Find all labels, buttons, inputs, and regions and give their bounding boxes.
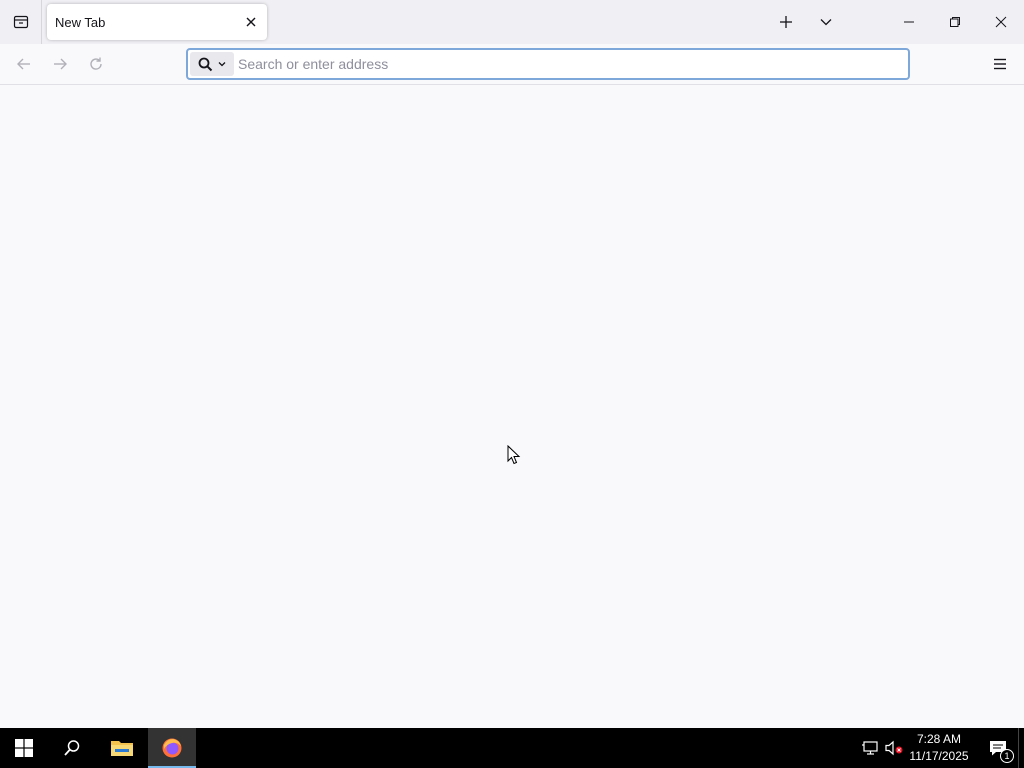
address-bar <box>186 48 910 80</box>
restore-icon <box>950 17 960 27</box>
search-icon <box>64 740 80 756</box>
show-desktop-button[interactable] <box>1018 728 1024 768</box>
clock-time: 7:28 AM <box>916 732 962 746</box>
action-center-button[interactable]: 1 <box>978 728 1018 768</box>
reload-button[interactable] <box>82 50 110 78</box>
tab-view-button[interactable] <box>0 0 42 44</box>
tab-new-tab[interactable]: New Tab <box>47 4 267 40</box>
network-tray-button[interactable] <box>860 738 880 758</box>
minimize-button[interactable] <box>886 0 932 44</box>
reload-icon <box>90 57 102 70</box>
taskbar-search-button[interactable] <box>48 728 96 768</box>
taskbar: 7:28 AM 11/17/2025 1 <box>0 728 1024 768</box>
forward-arrow-icon <box>54 58 67 70</box>
forward-button[interactable] <box>46 50 74 78</box>
mouse-cursor-icon <box>507 445 521 465</box>
taskbar-clock[interactable]: 7:28 AM 11/17/2025 <box>906 731 972 765</box>
hamburger-menu-icon <box>994 58 1006 70</box>
folder-icon <box>111 741 133 756</box>
volume-tray-button[interactable] <box>884 738 904 758</box>
firefox-icon <box>162 738 182 758</box>
search-icon <box>198 57 212 71</box>
notification-count-badge: 1 <box>1000 749 1014 763</box>
browser-titlebar: New Tab <box>0 0 1024 44</box>
close-icon <box>246 17 256 27</box>
minimize-icon <box>904 21 914 23</box>
navigation-toolbar <box>0 44 1024 85</box>
chevron-down-icon <box>820 19 832 26</box>
windows-start-icon <box>15 739 33 757</box>
volume-muted-icon <box>885 740 903 756</box>
tab-close-button[interactable] <box>242 13 260 31</box>
chevron-down-icon <box>218 62 225 67</box>
file-explorer-button[interactable] <box>98 728 146 768</box>
network-icon <box>862 741 878 755</box>
page-content[interactable] <box>0 85 1024 728</box>
tab-view-icon <box>13 15 28 29</box>
new-tab-button[interactable] <box>772 8 800 36</box>
plus-icon <box>780 16 792 28</box>
back-button[interactable] <box>10 50 38 78</box>
close-window-button[interactable] <box>978 0 1024 44</box>
tab-title: New Tab <box>55 15 106 30</box>
application-menu-button[interactable] <box>986 50 1014 78</box>
back-arrow-icon <box>17 58 30 70</box>
clock-date: 11/17/2025 <box>909 749 969 763</box>
start-button[interactable] <box>0 728 48 768</box>
firefox-taskbar-button[interactable] <box>148 728 196 768</box>
url-input[interactable] <box>238 53 898 75</box>
maximize-button[interactable] <box>932 0 978 44</box>
close-icon <box>995 16 1007 28</box>
list-all-tabs-button[interactable] <box>812 8 840 36</box>
search-engine-button[interactable] <box>190 52 234 76</box>
